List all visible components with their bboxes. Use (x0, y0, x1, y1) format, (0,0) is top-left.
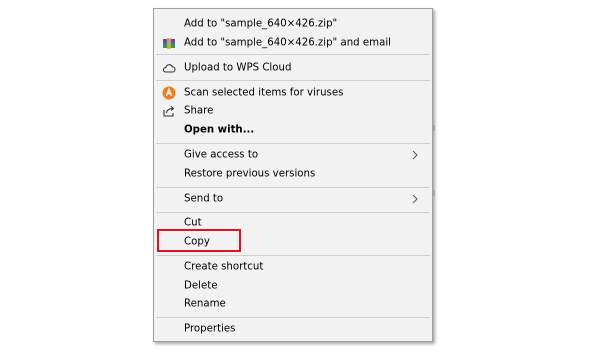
avast-icon (162, 86, 176, 100)
menu-separator (156, 80, 430, 81)
menu-item-label: Delete (184, 280, 218, 291)
menu-item-label: Upload to WPS Cloud (184, 62, 292, 73)
menu-item-label: Restore previous versions (184, 168, 316, 179)
menu-item-label: Add to "sample_640×426.zip" and email (184, 37, 391, 48)
menu-item-label: Add to "sample_640×426.zip" (184, 18, 338, 29)
menu-item-properties[interactable]: Properties (154, 319, 432, 338)
menu-item-label: Scan selected items for viruses (184, 87, 344, 98)
menu-item-label: Give access to (184, 149, 259, 160)
menu-item-label: Cut (184, 217, 202, 228)
menu-item-create-shortcut[interactable]: Create shortcut (154, 257, 432, 276)
menu-item-upload-wps-cloud[interactable]: Upload to WPS Cloud (154, 58, 432, 77)
share-icon (162, 104, 176, 118)
menu-item-label: Send to (184, 193, 224, 204)
menu-separator (156, 143, 430, 144)
menu-item-rename[interactable]: Rename (154, 294, 432, 313)
menu-item-label: Properties (184, 323, 236, 334)
menu-item-label: Share (184, 105, 214, 116)
copy-highlight-box (157, 229, 241, 252)
menu-item-label: Create shortcut (184, 261, 264, 272)
context-menu: Add to "sample_640×426.zip" Add to "samp… (153, 8, 433, 342)
menu-item-restore-previous-versions[interactable]: Restore previous versions (154, 164, 432, 183)
winrar-icon (162, 36, 176, 50)
background-edge-mark (433, 190, 435, 196)
background-edge-mark (433, 125, 435, 131)
menu-item-open-with[interactable]: Open with... (154, 120, 432, 139)
chevron-right-icon (410, 150, 420, 160)
menu-item-share[interactable]: Share (154, 101, 432, 120)
menu-separator (156, 54, 430, 55)
menu-item-add-to-archive[interactable]: Add to "sample_640×426.zip" (154, 14, 432, 33)
menu-item-give-access-to[interactable]: Give access to (154, 145, 432, 164)
menu-item-label: Rename (184, 298, 226, 309)
menu-separator (156, 187, 430, 188)
menu-separator (156, 255, 430, 256)
cloud-icon (162, 61, 176, 75)
menu-item-delete[interactable]: Delete (154, 276, 432, 295)
menu-item-scan-viruses[interactable]: Scan selected items for viruses (154, 83, 432, 102)
menu-item-add-to-archive-and-email[interactable]: Add to "sample_640×426.zip" and email (154, 33, 432, 52)
menu-separator (156, 317, 430, 318)
menu-item-label: Open with... (184, 124, 255, 135)
menu-item-send-to[interactable]: Send to (154, 189, 432, 208)
chevron-right-icon (410, 194, 420, 204)
